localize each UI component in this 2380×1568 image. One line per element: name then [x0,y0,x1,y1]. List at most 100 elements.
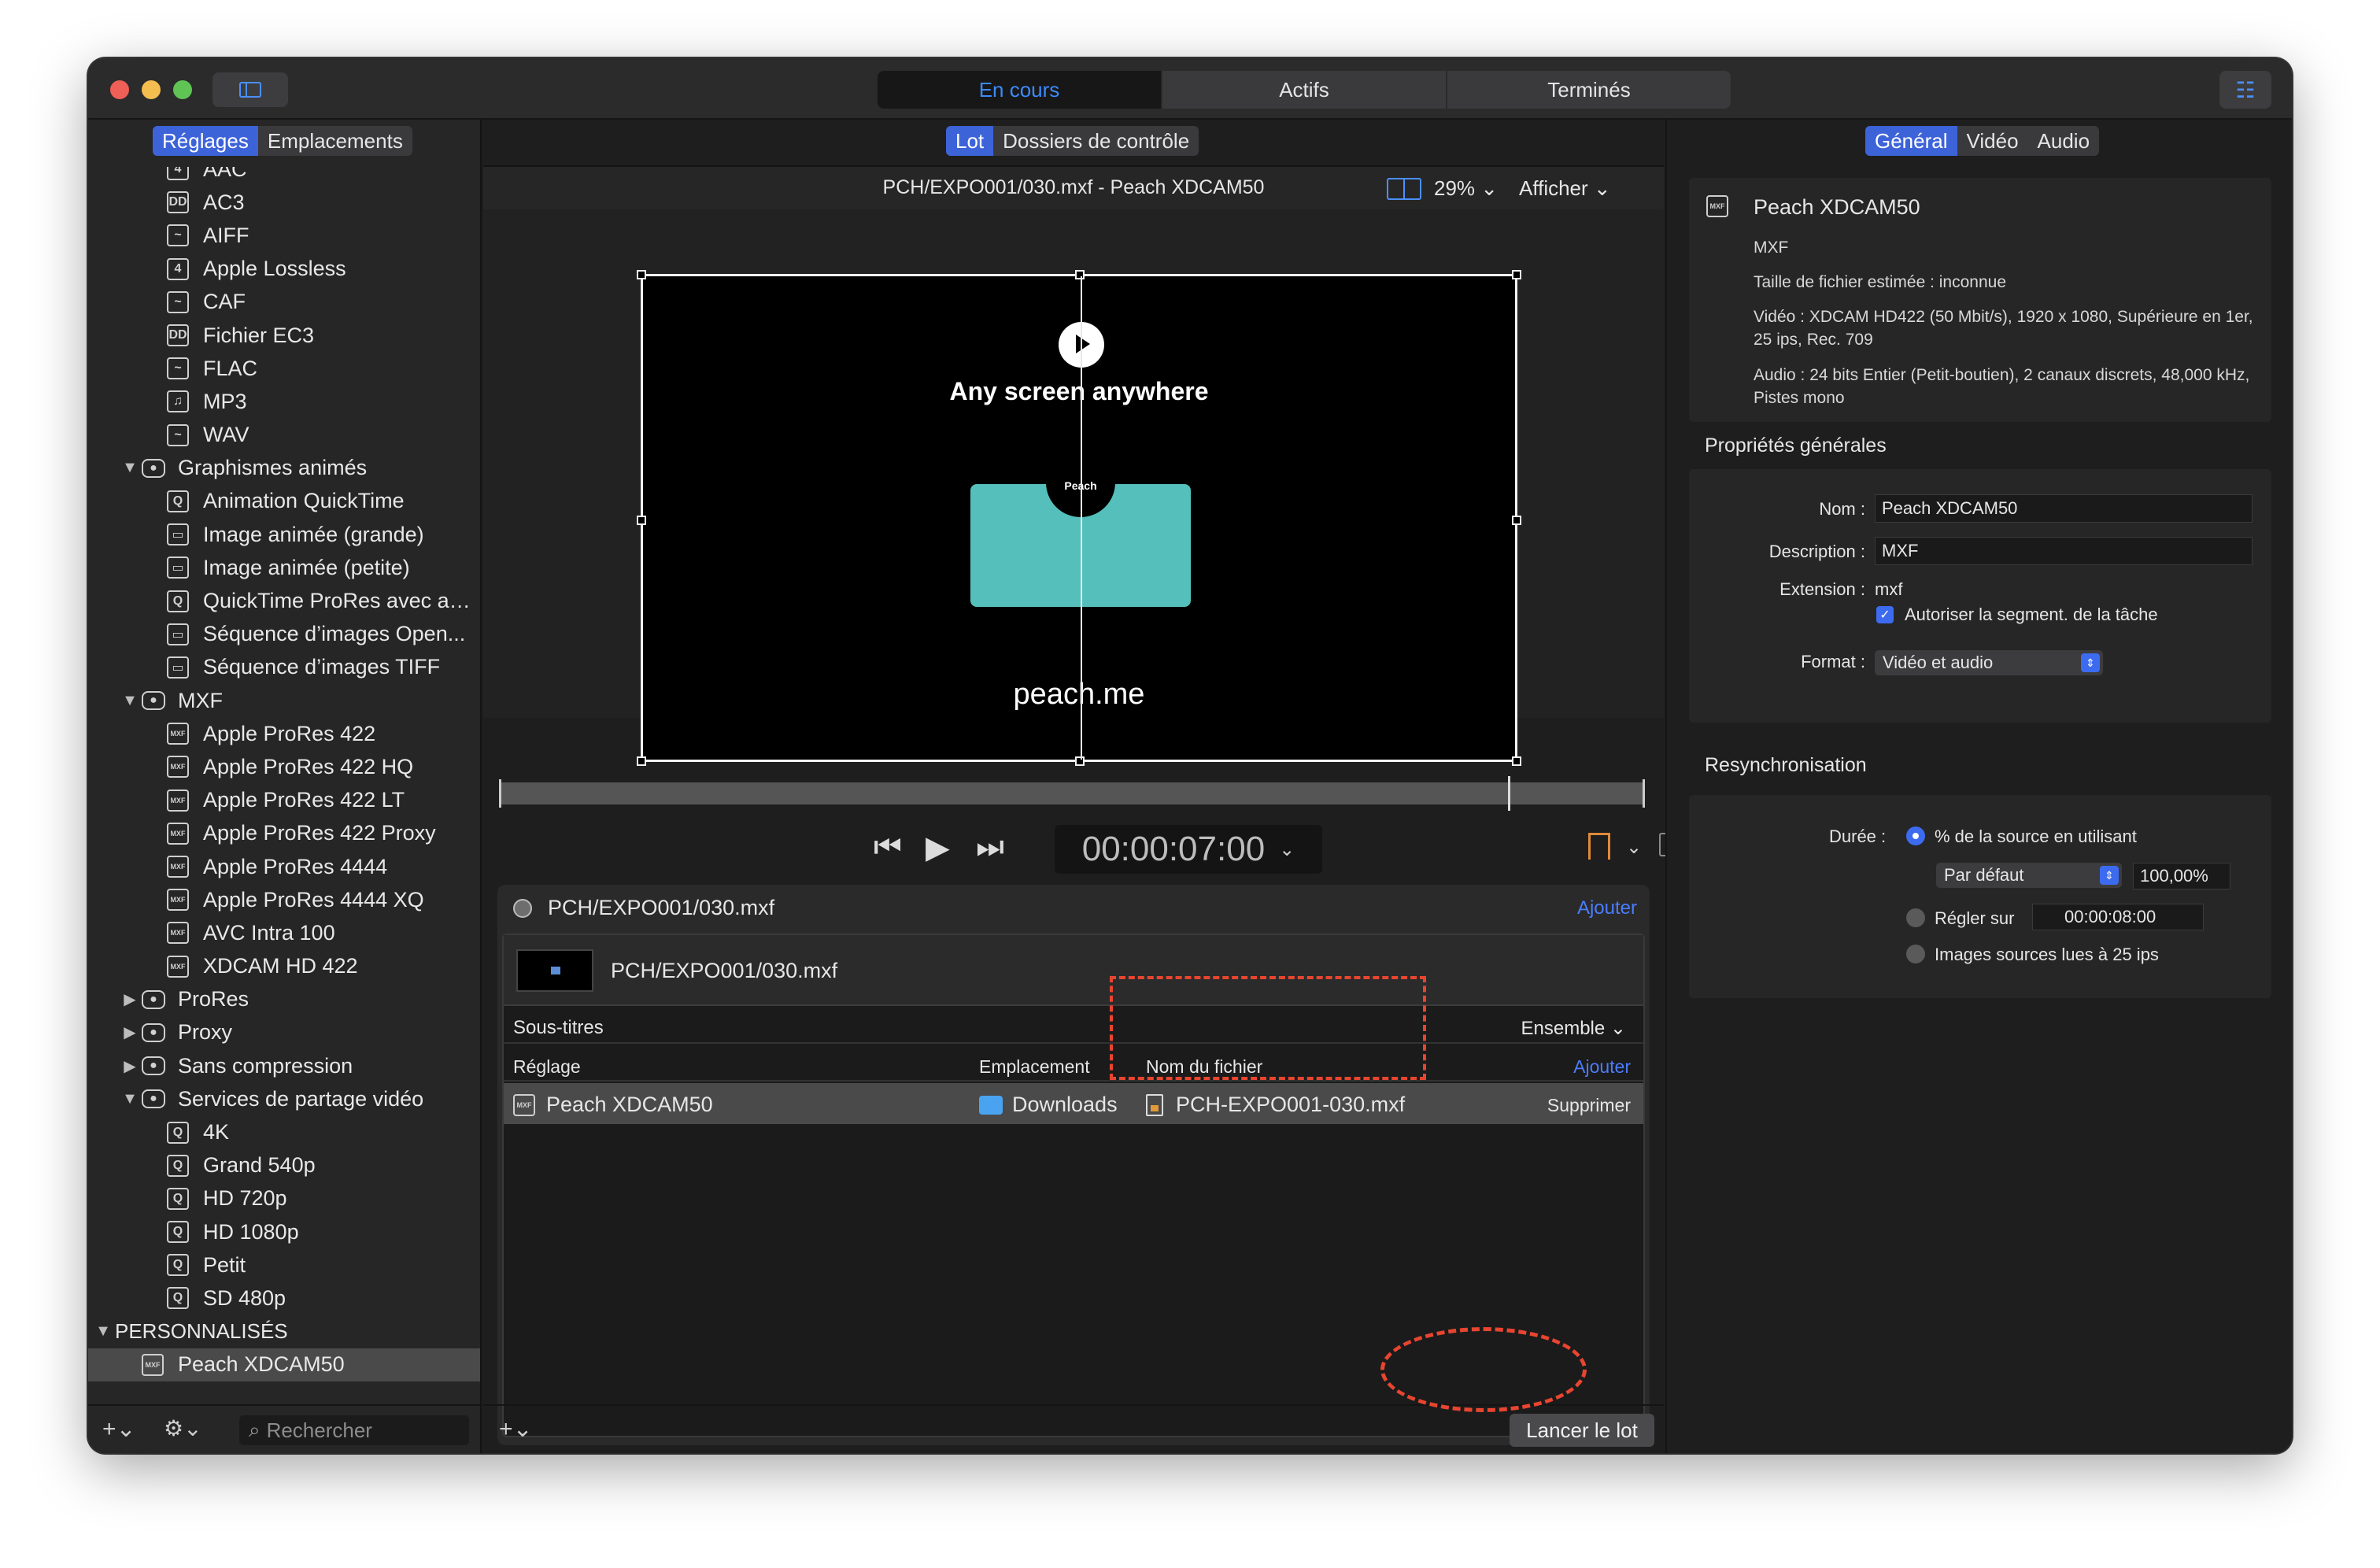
setting-item[interactable]: ♫ MP3 [88,385,480,418]
setting-item[interactable]: ▭ Image animée (petite) [88,551,480,584]
tab-audio[interactable]: Audio [2028,126,2100,156]
setting-item[interactable]: MXF Apple ProRes 422 Proxy [88,817,480,850]
setting-item[interactable]: ~ AIFF [88,219,480,252]
setting-item[interactable]: Q QuickTime ProRes avec al... [88,584,480,617]
split-view-icon[interactable] [1387,178,1421,200]
play-icon[interactable]: ▶ [926,830,950,866]
search-input[interactable]: ⌕ Rechercher [239,1415,469,1445]
setting-item[interactable]: Q Petit [88,1248,480,1281]
bookmark-icon[interactable] [1588,833,1610,860]
sidebar-toggle-button[interactable] [213,72,288,107]
settings-group[interactable]: ▼ ● Graphismes animés [88,452,480,485]
tab-termines[interactable]: Terminés [1446,71,1731,109]
add-output-link[interactable]: Ajouter [1573,1056,1631,1078]
set-duration-radio[interactable] [1906,908,1925,927]
tab-actifs[interactable]: Actifs [1161,71,1446,109]
disclosure-closed-icon[interactable]: ▶ [118,1023,142,1042]
tab-en-cours[interactable]: En cours [878,71,1161,109]
add-setting-button[interactable]: +⌄ [102,1415,136,1443]
settings-group[interactable]: ▼ ● MXF [88,684,480,717]
segment-checkbox[interactable]: ✓ [1876,606,1894,623]
disclosure-open-icon[interactable]: ▼ [91,1322,115,1341]
setting-item[interactable]: MXF Apple ProRes 422 LT [88,784,480,817]
tab-lot[interactable]: Lot [946,126,994,156]
launch-batch-button[interactable]: Lancer le lot [1510,1414,1654,1447]
crop-handle[interactable] [637,516,646,525]
crop-handle[interactable] [1512,270,1521,279]
video-preview[interactable]: Any screen anywhere Peach peach.me [637,270,1521,766]
show-menu[interactable]: Afficher ⌄ [1519,176,1611,201]
setting-item[interactable]: ▭ Séquence d’images TIFF [88,651,480,684]
disclosure-open-icon[interactable]: ▼ [118,459,142,477]
setting-item[interactable]: MXF Apple ProRes 4444 XQ [88,883,480,916]
close-window-button[interactable] [110,80,129,99]
percent-field[interactable]: 100,00% [2133,863,2230,889]
setting-item[interactable]: ~ FLAC [88,352,480,385]
setting-item[interactable]: DD AC3 [88,186,480,219]
setting-item[interactable]: Q HD 1080p [88,1215,480,1248]
add-button[interactable]: +⌄ [499,1415,533,1443]
settings-group[interactable]: ▶ ● ProRes [88,983,480,1016]
split-line[interactable] [1081,276,1082,760]
subtitles-popup[interactable]: Ensemble ⌄ [1521,1017,1627,1040]
setting-item[interactable]: MXF Apple ProRes 4444 [88,850,480,883]
output-filename[interactable]: PCH-EXPO001-030.mxf [1146,1093,1405,1117]
description-field[interactable]: MXF [1875,537,2252,565]
timecode-display[interactable]: 00:00:07:00 ⌄ [1055,825,1322,874]
timeline-scrubber[interactable] [499,776,1645,811]
add-source-link[interactable]: Ajouter [1577,897,1637,919]
tab-reglages[interactable]: Réglages [153,126,258,156]
setting-item[interactable]: Q HD 720p [88,1182,480,1215]
disclosure-open-icon[interactable]: ▼ [118,692,142,710]
disclosure-open-icon[interactable]: ▼ [118,1090,142,1108]
name-field[interactable]: Peach XDCAM50 [1875,494,2252,523]
setting-item[interactable]: 4 AAC [88,167,480,186]
chevron-down-icon[interactable]: ⌄ [1626,836,1642,859]
playhead[interactable] [1508,776,1510,811]
settings-group[interactable]: ▼ ● Services de partage vidéo [88,1082,480,1115]
setting-item[interactable]: Q 4K [88,1115,480,1148]
zoom-popup[interactable]: 29% ⌄ [1434,176,1498,201]
setting-item[interactable]: 4 Apple Lossless [88,253,480,286]
setting-item[interactable]: Q Animation QuickTime [88,485,480,518]
output-row[interactable]: MXF Peach XDCAM50 Downloads PCH-EXPO001-… [504,1083,1643,1124]
crop-handle[interactable] [1512,516,1521,525]
crop-handle[interactable] [1075,270,1085,279]
setting-item[interactable]: DD Fichier EC3 [88,319,480,352]
setting-item[interactable]: ~ WAV [88,419,480,452]
setting-item[interactable]: ▭ Séquence d’images Open... [88,618,480,651]
percent-radio[interactable] [1906,827,1925,845]
setting-item[interactable]: ▭ Image animée (grande) [88,518,480,551]
setting-item[interactable]: Q Grand 540p [88,1149,480,1182]
source-frames-radio[interactable] [1906,945,1925,963]
setting-item[interactable]: Q SD 480p [88,1281,480,1315]
setting-item[interactable]: MXF XDCAM HD 422 [88,950,480,983]
inspector-toggle-button[interactable]: ☷ [2219,71,2271,109]
settings-group[interactable]: ▶ ● Proxy [88,1016,480,1049]
set-duration-field[interactable]: 00:00:08:00 [2032,904,2204,930]
setting-item[interactable]: ~ CAF [88,286,480,319]
crop-handle[interactable] [1075,756,1085,766]
crop-handle[interactable] [637,270,646,279]
format-popup[interactable]: Vidéo et audio ⇕ [1875,650,2103,675]
rate-popup[interactable]: Par défaut ⇕ [1936,863,2122,888]
setting-item[interactable]: MXF Peach XDCAM50 [88,1348,480,1381]
output-location[interactable]: Downloads [979,1093,1118,1117]
settings-group[interactable]: ▼ PERSONNALISÉS [88,1315,480,1348]
setting-item[interactable]: MXF Apple ProRes 422 [88,717,480,750]
skip-back-icon[interactable]: ⏮ [874,830,902,865]
gear-menu-button[interactable]: ⚙⌄ [164,1415,202,1441]
tab-general[interactable]: Général [1865,126,1957,156]
zoom-window-button[interactable] [173,80,192,99]
crop-handle[interactable] [637,756,646,766]
skip-forward-icon[interactable]: ⏭ [976,830,1004,865]
in-point-handle[interactable] [499,779,510,808]
out-point-handle[interactable] [1634,779,1645,808]
delete-output-button[interactable]: Supprimer [1547,1095,1631,1116]
setting-item[interactable]: MXF Apple ProRes 422 HQ [88,750,480,783]
setting-item[interactable]: MXF AVC Intra 100 [88,916,480,949]
disclosure-closed-icon[interactable]: ▶ [118,989,142,1009]
minimize-window-button[interactable] [142,80,161,99]
tab-video[interactable]: Vidéo [1957,126,2028,156]
crop-handle[interactable] [1512,756,1521,766]
